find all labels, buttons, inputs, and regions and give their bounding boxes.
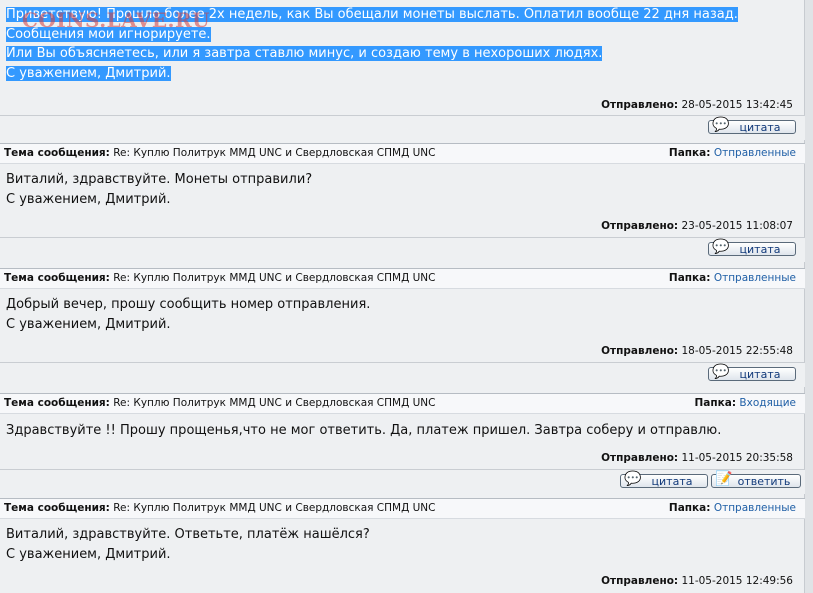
message-subject: Re: Куплю Политрук ММД UNC и Свердловска… [113,502,436,514]
message-body: Виталий, здравствуйте. Монеты отправили?… [0,164,805,213]
sent-date: Отправлено: 11-05-2015 12:49:56 [601,575,793,587]
folder-link[interactable]: Отправленные [714,272,796,284]
message-subject: Re: Куплю Политрук ММД UNC и Свердловска… [113,272,436,284]
message-1: Приветствую! Прошло более 2х недель, как… [0,0,805,140]
quote-button[interactable]: 💬 цитата [620,470,708,488]
message-body: Приветствую! Прошло более 2х недель, как… [0,0,805,87]
reply-document-icon: 📝 [715,470,733,487]
message-4: Тема сообщения: Re: Куплю Политрук ММД U… [0,393,805,494]
quote-button[interactable]: 💬 цитата [708,364,796,381]
message-actions: 💬 цитата [0,237,805,262]
message-header: Тема сообщения: Re: Куплю Политрук ММД U… [0,498,805,519]
message-actions: 💬 цитата [0,362,805,387]
message-2: Тема сообщения: Re: Куплю Политрук ММД U… [0,143,805,262]
message-line: Виталий, здравствуйте. Ответьте, платёж … [6,527,370,542]
message-line: Приветствую! Прошло более 2х недель, как… [6,7,738,22]
sent-date: Отправлено: 23-05-2015 11:08:07 [601,220,793,232]
message-line: Здравствуйте !! Прошу прощенья,что не мо… [6,423,722,438]
folder-info: Папка: Входящие [694,397,796,409]
message-body: Здравствуйте !! Прошу прощенья,что не мо… [0,414,805,445]
message-actions: 💬 цитата [0,115,805,140]
reply-button[interactable]: 📝 ответить [711,470,801,488]
message-actions: 💬 цитата 📝 ответить [0,468,805,494]
message-line: С уважением, Дмитрий. [6,546,171,562]
message-line: Или Вы объясняетесь, или я завтра ставлю… [6,46,603,61]
folder-link[interactable]: Отправленные [714,147,796,159]
message-header: Тема сообщения: Re: Куплю Политрук ММД U… [0,143,805,164]
quote-button[interactable]: 💬 цитата [708,239,796,256]
folder-info: Папка: Отправленные [668,502,796,514]
folder-info: Папка: Отправленные [668,147,796,159]
speech-bubble-icon: 💬 [712,364,730,380]
message-subject: Re: Куплю Политрук ММД UNC и Свердловска… [113,147,436,159]
folder-link[interactable]: Отправленные [714,502,796,514]
folder-link[interactable]: Входящие [739,397,796,409]
message-subject: Re: Куплю Политрук ММД UNC и Свердловска… [113,397,436,409]
message-3: Тема сообщения: Re: Куплю Политрук ММД U… [0,268,805,387]
message-line: С уважением, Дмитрий. [6,191,171,207]
message-header: Тема сообщения: Re: Куплю Политрук ММД U… [0,268,805,289]
message-5: Тема сообщения: Re: Куплю Политрук ММД U… [0,498,805,592]
speech-bubble-icon: 💬 [712,117,730,133]
message-line: Добрый вечер, прошу сообщить номер отпра… [6,297,371,312]
sent-date: Отправлено: 28-05-2015 13:42:45 [601,99,793,111]
speech-bubble-icon: 💬 [712,239,730,255]
folder-info: Папка: Отправленные [668,272,796,284]
message-line: Сообщения мои игнорируете. [6,26,211,42]
message-line: С уважением, Дмитрий. [6,316,171,332]
message-body: Виталий, здравствуйте. Ответьте, платёж … [0,519,805,568]
message-header: Тема сообщения: Re: Куплю Политрук ММД U… [0,393,805,414]
quote-button[interactable]: 💬 цитата [708,117,796,134]
sent-date: Отправлено: 11-05-2015 20:35:58 [601,451,793,464]
speech-bubble-icon: 💬 [624,470,642,487]
message-line: С уважением, Дмитрий. [6,65,171,81]
message-line: Виталий, здравствуйте. Монеты отправили? [6,172,313,187]
message-body: Добрый вечер, прошу сообщить номер отпра… [0,289,805,338]
sent-date: Отправлено: 18-05-2015 22:55:48 [601,345,793,357]
scrollbar[interactable] [804,0,813,593]
